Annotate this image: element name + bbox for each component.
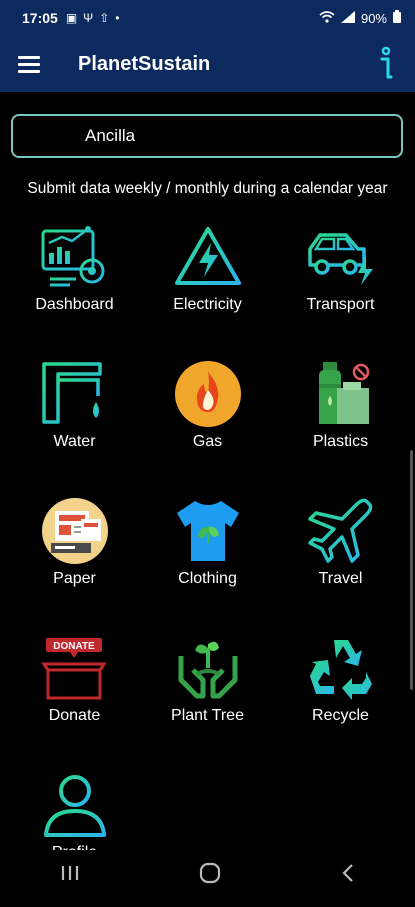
tile-label: Gas xyxy=(192,433,223,450)
tile-plant-tree[interactable]: Plant Tree xyxy=(141,633,274,770)
battery-icon xyxy=(393,10,401,26)
app-bar: PlanetSustain xyxy=(0,36,415,92)
recent-apps-icon[interactable] xyxy=(60,864,80,887)
tile-travel[interactable]: Travel xyxy=(274,496,407,633)
tile-label: Clothing xyxy=(178,570,237,587)
entity-field-value: Ancilla xyxy=(85,126,136,145)
plastic-bottle-icon xyxy=(305,359,377,429)
tile-donate[interactable]: DONATE Donate xyxy=(8,633,141,770)
entity-field[interactable]: Ancilla xyxy=(11,114,403,158)
home-icon[interactable] xyxy=(199,862,221,889)
tile-recycle[interactable]: Recycle xyxy=(274,633,407,770)
tile-label: Travel xyxy=(318,570,363,587)
instruction-text: Submit data weekly / monthly during a ca… xyxy=(27,180,388,197)
paper-documents-icon xyxy=(39,496,111,566)
electricity-warning-icon xyxy=(172,222,244,292)
tile-label: Transport xyxy=(306,296,375,313)
plant-hands-icon xyxy=(172,633,244,703)
signal-icon xyxy=(340,10,355,26)
tile-clothing[interactable]: Clothing xyxy=(141,496,274,633)
wifi-icon xyxy=(319,10,335,26)
upload-icon: ⇧ xyxy=(99,11,110,25)
scrollbar[interactable] xyxy=(410,450,413,690)
system-nav-bar xyxy=(0,850,415,900)
tile-label: Electricity xyxy=(173,296,242,313)
notification-icons: ▣ Ψ ⇧ • xyxy=(66,11,120,25)
tile-label: Water xyxy=(53,433,96,450)
battery-text: 90% xyxy=(360,10,387,26)
donate-box-icon: DONATE xyxy=(39,633,111,703)
status-bar: 17:05 ▣ Ψ ⇧ • 90% xyxy=(0,0,415,36)
tile-plastics[interactable]: Plastics xyxy=(274,359,407,496)
tile-water[interactable]: Water xyxy=(8,359,141,496)
tile-label: Dashboard xyxy=(35,296,114,313)
tile-label: Plant Tree xyxy=(171,707,244,724)
gas-flame-icon xyxy=(172,359,244,429)
tile-gas[interactable]: Gas xyxy=(141,359,274,496)
recycle-icon xyxy=(305,633,377,703)
airplane-icon xyxy=(305,496,377,566)
electric-car-icon xyxy=(305,222,377,292)
profile-user-icon xyxy=(39,770,111,840)
status-time: 17:05 xyxy=(22,10,58,26)
back-icon[interactable] xyxy=(341,863,355,888)
gallery-icon: ▣ xyxy=(65,11,78,25)
tile-label: Plastics xyxy=(312,433,369,450)
tshirt-leaf-icon xyxy=(172,496,244,566)
category-grid: Dashboard Electricity Transport Water Ga… xyxy=(8,222,408,907)
tile-electricity[interactable]: Electricity xyxy=(141,222,274,359)
usb-icon: Ψ xyxy=(83,11,94,25)
tile-dashboard[interactable]: Dashboard xyxy=(8,222,141,359)
dashboard-chart-icon xyxy=(39,222,111,292)
hamburger-menu-icon[interactable] xyxy=(18,49,48,79)
tile-label: Donate xyxy=(48,707,101,724)
tile-label: Recycle xyxy=(312,707,369,724)
info-icon[interactable] xyxy=(373,44,399,84)
tile-label: Paper xyxy=(53,570,96,587)
tile-paper[interactable]: Paper xyxy=(8,496,141,633)
app-title: PlanetSustain xyxy=(78,52,211,75)
tile-transport[interactable]: Transport xyxy=(274,222,407,359)
water-tap-icon xyxy=(39,359,111,429)
donate-box-text: DONATE xyxy=(53,641,95,652)
dot-icon: • xyxy=(115,11,120,25)
